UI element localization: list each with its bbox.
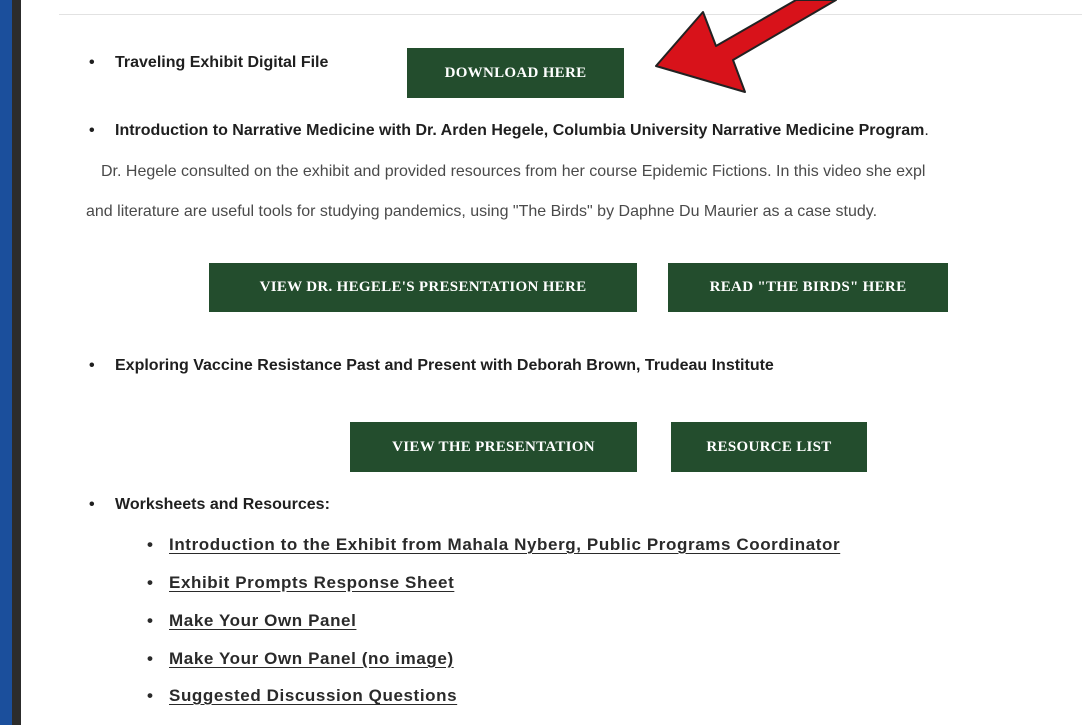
view-hegele-presentation-button[interactable]: VIEW DR. HEGELE'S PRESENTATION HERE <box>209 263 637 312</box>
bullet-dot: • <box>147 535 154 554</box>
bullet-text: Worksheets and Resources: <box>115 496 330 513</box>
resource-link-item: • Make Your Own Panel (no image) <box>147 649 454 669</box>
bullet-dot: • <box>147 611 154 630</box>
bullet-dot: • <box>89 54 95 71</box>
red-arrow-icon <box>655 0 837 93</box>
bullet-vaccine-resistance: • Exploring Vaccine Resistance Past and P… <box>89 357 774 375</box>
resource-link-item: • Introduction to the Exhibit from Mahala… <box>147 535 840 555</box>
description-line-2: and literature are useful tools for stud… <box>86 203 878 220</box>
divider <box>59 14 1082 15</box>
resource-link-item: • Suggested Discussion Questions <box>147 686 457 706</box>
link-make-your-own-panel-no-image[interactable]: Make Your Own Panel (no image) <box>169 649 454 668</box>
link-discussion-questions[interactable]: Suggested Discussion Questions <box>169 686 457 705</box>
bullet-worksheets: • Worksheets and Resources: <box>89 496 330 514</box>
bullet-dot: • <box>147 649 154 668</box>
bullet-dot: • <box>147 573 154 592</box>
bullet-period: . <box>924 122 929 139</box>
bullet-dot: • <box>89 357 95 374</box>
description-line-1: Dr. Hegele consulted on the exhibit and … <box>101 163 926 180</box>
resource-link-item: • Exhibit Prompts Response Sheet <box>147 573 454 593</box>
bullet-traveling-exhibit: • Traveling Exhibit Digital File <box>89 54 328 72</box>
link-exhibit-introduction[interactable]: Introduction to the Exhibit from Mahala … <box>169 535 840 554</box>
bullet-dot: • <box>147 686 154 705</box>
download-button[interactable]: DOWNLOAD HERE <box>407 48 624 98</box>
bullet-text: Introduction to Narrative Medicine with … <box>115 122 925 139</box>
bullet-text: Exploring Vaccine Resistance Past and Pr… <box>115 357 774 374</box>
read-the-birds-button[interactable]: READ "THE BIRDS" HERE <box>668 263 948 312</box>
view-the-presentation-button[interactable]: VIEW THE PRESENTATION <box>350 422 637 472</box>
bullet-narrative-medicine: • Introduction to Narrative Medicine with… <box>89 122 929 140</box>
link-prompts-response-sheet[interactable]: Exhibit Prompts Response Sheet <box>169 573 454 592</box>
link-make-your-own-panel[interactable]: Make Your Own Panel <box>169 611 356 630</box>
bullet-dot: • <box>89 496 95 513</box>
page-content: • Traveling Exhibit Digital File DOWNLOAD… <box>21 0 1082 725</box>
resource-link-item: • Make Your Own Panel <box>147 611 356 631</box>
bullet-dot: • <box>89 122 95 139</box>
bullet-text: Traveling Exhibit Digital File <box>115 54 329 71</box>
resource-list-button[interactable]: RESOURCE LIST <box>671 422 867 472</box>
